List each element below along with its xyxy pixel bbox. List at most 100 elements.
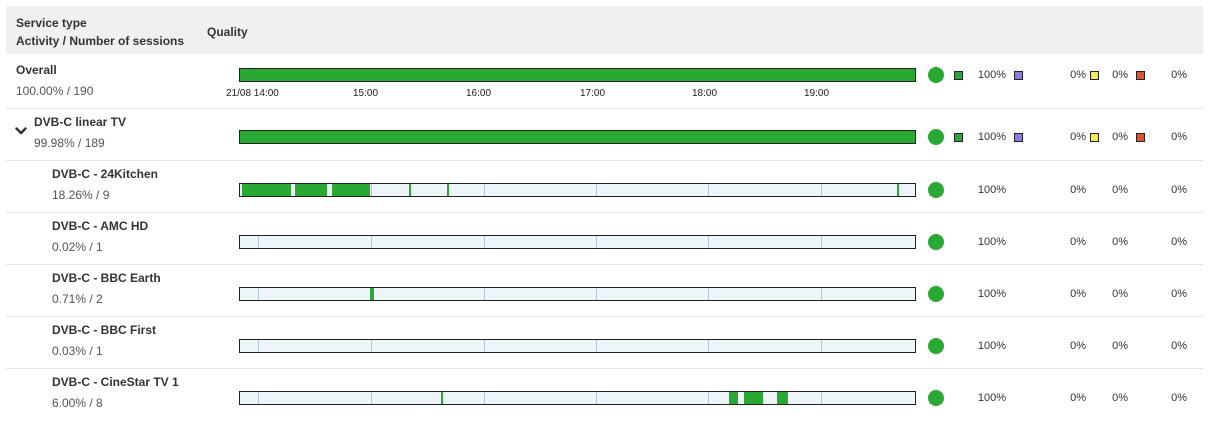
timeline-tick xyxy=(258,340,259,352)
quality-bar[interactable] xyxy=(239,130,916,144)
quality-segment[interactable] xyxy=(729,392,738,404)
session-quality-table: Service type Activity / Number of sessio… xyxy=(0,0,1209,416)
quality-segment[interactable] xyxy=(332,184,370,196)
pct-yellow: 0% xyxy=(1112,340,1128,352)
status-good-icon xyxy=(928,182,944,198)
row-stat: 0.71% / 2 xyxy=(52,292,103,306)
row-stat: 0.02% / 1 xyxy=(52,240,103,254)
timeline-tick xyxy=(371,340,372,352)
pct-red: 0% xyxy=(1171,236,1187,248)
pct-yellow: 0% xyxy=(1112,236,1128,248)
legend-red-icon xyxy=(1136,133,1145,142)
status-good-icon xyxy=(928,234,944,250)
quality-segment[interactable] xyxy=(242,184,291,196)
pct-purple: 0% xyxy=(1070,340,1086,352)
axis-label-15: 15:00 xyxy=(353,88,379,99)
pct-good: 100% xyxy=(977,236,1006,248)
pct-good: 100% xyxy=(977,131,1006,143)
status-good-icon xyxy=(928,390,944,406)
timeline-tick xyxy=(258,236,259,248)
quality-bar[interactable] xyxy=(239,391,916,405)
pct-purple: 0% xyxy=(1070,69,1086,81)
pct-good: 100% xyxy=(977,69,1006,81)
timeline-tick xyxy=(821,392,822,404)
timeline-tick xyxy=(708,392,709,404)
pct-yellow: 0% xyxy=(1112,184,1128,196)
table-header: Service type Activity / Number of sessio… xyxy=(6,6,1203,54)
pct-good: 100% xyxy=(977,340,1006,352)
status-good-icon xyxy=(928,286,944,302)
timeline-tick xyxy=(484,288,485,300)
row-service[interactable]: DVB-C - CineStar TV 1 6.00% / 8 100% 0% … xyxy=(6,369,1203,421)
status-good-icon xyxy=(928,67,944,83)
legend-purple-icon xyxy=(1014,71,1023,80)
row-name: DVB-C - CineStar TV 1 xyxy=(52,375,179,389)
timeline-tick xyxy=(596,392,597,404)
quality-bar[interactable] xyxy=(239,339,916,353)
timeline-tick xyxy=(258,288,259,300)
timeline-tick xyxy=(484,340,485,352)
row-service[interactable]: DVB-C - BBC Earth 0.71% / 2 100% 0% 0% 0… xyxy=(6,265,1203,317)
quality-segment[interactable] xyxy=(744,392,763,404)
row-overall[interactable]: Overall 100.00% / 190 21/08 14:00 15:00 … xyxy=(6,57,1203,109)
timeline-tick xyxy=(596,184,597,196)
status-good-icon xyxy=(928,129,944,145)
pct-good: 100% xyxy=(977,184,1006,196)
quality-bar[interactable] xyxy=(239,68,916,82)
timeline-tick xyxy=(484,184,485,196)
row-service[interactable]: DVB-C - 24Kitchen 18.26% / 9 100% 0% 0% … xyxy=(6,161,1203,213)
timeline-tick xyxy=(596,340,597,352)
pct-red: 0% xyxy=(1171,184,1187,196)
quality-bar[interactable] xyxy=(239,235,916,249)
timeline-tick xyxy=(708,340,709,352)
pct-good: 100% xyxy=(977,392,1006,404)
timeline-tick xyxy=(258,392,259,404)
pct-red: 0% xyxy=(1171,340,1187,352)
row-service[interactable]: DVB-C - BBC First 0.03% / 1 100% 0% 0% 0… xyxy=(6,317,1203,369)
row-dvbc-linear-tv[interactable]: DVB-C linear TV 99.98% / 189 100% 0% 0% … xyxy=(6,109,1203,161)
timeline-tick xyxy=(371,392,372,404)
quality-segment[interactable] xyxy=(441,392,443,404)
pct-red: 0% xyxy=(1171,288,1187,300)
quality-bar[interactable] xyxy=(239,183,916,197)
status-good-icon xyxy=(928,338,944,354)
legend-green-icon xyxy=(954,133,963,142)
quality-segment[interactable] xyxy=(409,184,411,196)
timeline-tick xyxy=(484,392,485,404)
header-quality[interactable]: Quality xyxy=(207,25,248,40)
axis-label-18: 18:00 xyxy=(692,88,718,99)
pct-purple: 0% xyxy=(1070,184,1086,196)
header-service-type[interactable]: Service type xyxy=(16,16,87,31)
quality-segment[interactable] xyxy=(897,184,899,196)
legend-green-icon xyxy=(954,71,963,80)
quality-segment[interactable] xyxy=(295,184,327,196)
pct-yellow: 0% xyxy=(1112,392,1128,404)
row-stat: 6.00% / 8 xyxy=(52,396,103,410)
pct-red: 0% xyxy=(1171,69,1187,81)
pct-red: 0% xyxy=(1171,392,1187,404)
quality-bar[interactable] xyxy=(239,287,916,301)
timeline-tick xyxy=(821,288,822,300)
row-stat: 99.98% / 189 xyxy=(34,136,105,150)
row-stat: 18.26% / 9 xyxy=(52,188,110,202)
row-name: DVB-C - AMC HD xyxy=(52,219,149,233)
timeline-tick xyxy=(821,236,822,248)
row-name: DVB-C - 24Kitchen xyxy=(52,167,159,181)
timeline-tick xyxy=(821,184,822,196)
timeline-tick xyxy=(821,340,822,352)
axis-label-start: 21/08 14:00 xyxy=(226,88,279,99)
chevron-down-icon[interactable] xyxy=(15,125,27,137)
quality-segment[interactable] xyxy=(777,392,788,404)
quality-segment[interactable] xyxy=(447,184,449,196)
timeline-tick xyxy=(708,184,709,196)
legend-purple-icon xyxy=(1014,133,1023,142)
row-service[interactable]: DVB-C - AMC HD 0.02% / 1 100% 0% 0% 0% xyxy=(6,213,1203,265)
quality-segment[interactable] xyxy=(370,288,374,300)
pct-red: 0% xyxy=(1171,131,1187,143)
pct-yellow: 0% xyxy=(1112,288,1128,300)
header-activity[interactable]: Activity / Number of sessions xyxy=(16,34,184,49)
axis-label-17: 17:00 xyxy=(580,88,606,99)
pct-yellow: 0% xyxy=(1112,69,1128,81)
axis-label-19: 19:00 xyxy=(804,88,830,99)
timeline-tick xyxy=(371,236,372,248)
